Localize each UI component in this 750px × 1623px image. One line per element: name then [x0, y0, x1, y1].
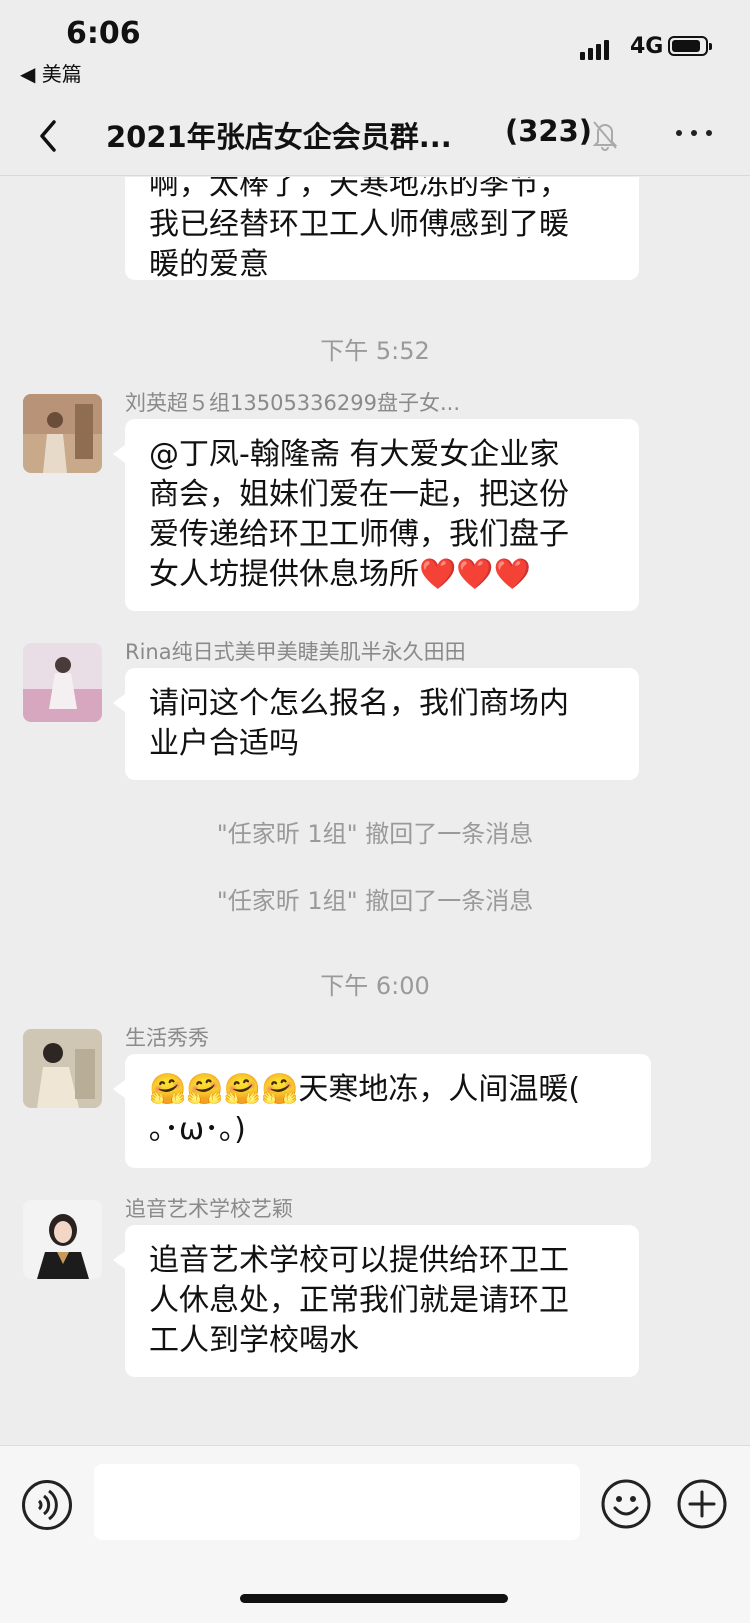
timestamp: 下午 6:00 [320, 972, 430, 1000]
signal-icon [580, 38, 616, 60]
sender-name: 刘英超５组13505336299盘子女... [125, 391, 460, 415]
recall-notice: "任家昕 1组" 撤回了一条消息 [216, 887, 534, 915]
message-line: 请问这个怎么报名，我们商场内 [149, 686, 569, 721]
message-bubble[interactable]: 请问这个怎么报名，我们商场内 业户合适吗 [113, 668, 639, 780]
avatar[interactable] [23, 1029, 102, 1108]
chat-header: 2021年张店女企会员群... (323) [0, 96, 750, 176]
message-input[interactable] [94, 1464, 580, 1540]
emoji-icon[interactable] [600, 1478, 652, 1530]
message-line: 爱传递给环卫工师傅，我们盘子 [149, 517, 569, 552]
message-line: 啊，太棒了，天寒地冻的季节， [149, 177, 569, 202]
chat-title[interactable]: 2021年张店女企会员群... [106, 114, 452, 156]
member-count: (323) [505, 114, 593, 148]
avatar[interactable] [23, 394, 102, 473]
message-line: 工人到学校喝水 [149, 1323, 359, 1358]
back-to-app-link[interactable]: ◀ 美篇 [20, 58, 82, 87]
more-dots-icon[interactable] [676, 126, 714, 140]
message-bubble[interactable]: 追音艺术学校可以提供给环卫工 人休息处，正常我们就是请环卫 工人到学校喝水 [113, 1225, 639, 1377]
input-bar [0, 1445, 750, 1623]
message-line: 女人坊提供休息场所❤️❤️❤️ [149, 557, 532, 592]
sender-name: Rina纯日式美甲美睫美肌半永久田田 [125, 640, 466, 664]
message-bubble[interactable]: 🤗🤗🤗🤗天寒地冻，人间温暖( ｡･ω･｡) [113, 1054, 651, 1168]
message-bubble[interactable]: 啊，太棒了，天寒地冻的季节， 我已经替环卫工人师傅感到了暖 暖的爱意 [125, 177, 639, 282]
network-type: 4G [630, 34, 664, 59]
status-time: 6:06 [66, 16, 141, 51]
message-list[interactable]: 啊，太棒了，天寒地冻的季节， 我已经替环卫工人师傅感到了暖 暖的爱意 下午 5:… [0, 177, 750, 1445]
plus-icon[interactable] [676, 1478, 728, 1530]
message-line: 追音艺术学校可以提供给环卫工 [149, 1243, 569, 1278]
chevron-left-icon[interactable] [30, 114, 70, 158]
home-indicator [240, 1594, 508, 1603]
status-bar: 6:06 ◀ 美篇 4G [0, 0, 750, 96]
message-bubble[interactable]: @丁凤-翰隆斋 有大爱女企业家 商会，姐妹们爱在一起，把这份 爱传递给环卫工师傅… [113, 419, 639, 611]
message-line: @丁凤-翰隆斋 有大爱女企业家 [149, 437, 560, 472]
sender-name: 追音艺术学校艺颖 [125, 1197, 293, 1221]
message-line: 人休息处，正常我们就是请环卫 [149, 1283, 569, 1318]
timestamp: 下午 5:52 [320, 337, 430, 365]
message-line: ｡･ω･｡) [149, 1112, 246, 1147]
battery-icon [668, 36, 712, 56]
bell-off-icon [592, 121, 618, 151]
message-line: 暖的爱意 [149, 247, 269, 282]
message-line: 我已经替环卫工人师傅感到了暖 [149, 207, 569, 242]
voice-icon[interactable] [22, 1480, 72, 1530]
avatar[interactable] [23, 643, 102, 722]
recall-notice: "任家昕 1组" 撤回了一条消息 [216, 820, 534, 848]
avatar[interactable] [23, 1200, 102, 1279]
message-line: 业户合适吗 [149, 726, 299, 761]
message-line: 商会，姐妹们爱在一起，把这份 [149, 477, 569, 512]
sender-name: 生活秀秀 [125, 1026, 209, 1050]
message-line: 🤗🤗🤗🤗天寒地冻，人间温暖( [149, 1072, 581, 1107]
